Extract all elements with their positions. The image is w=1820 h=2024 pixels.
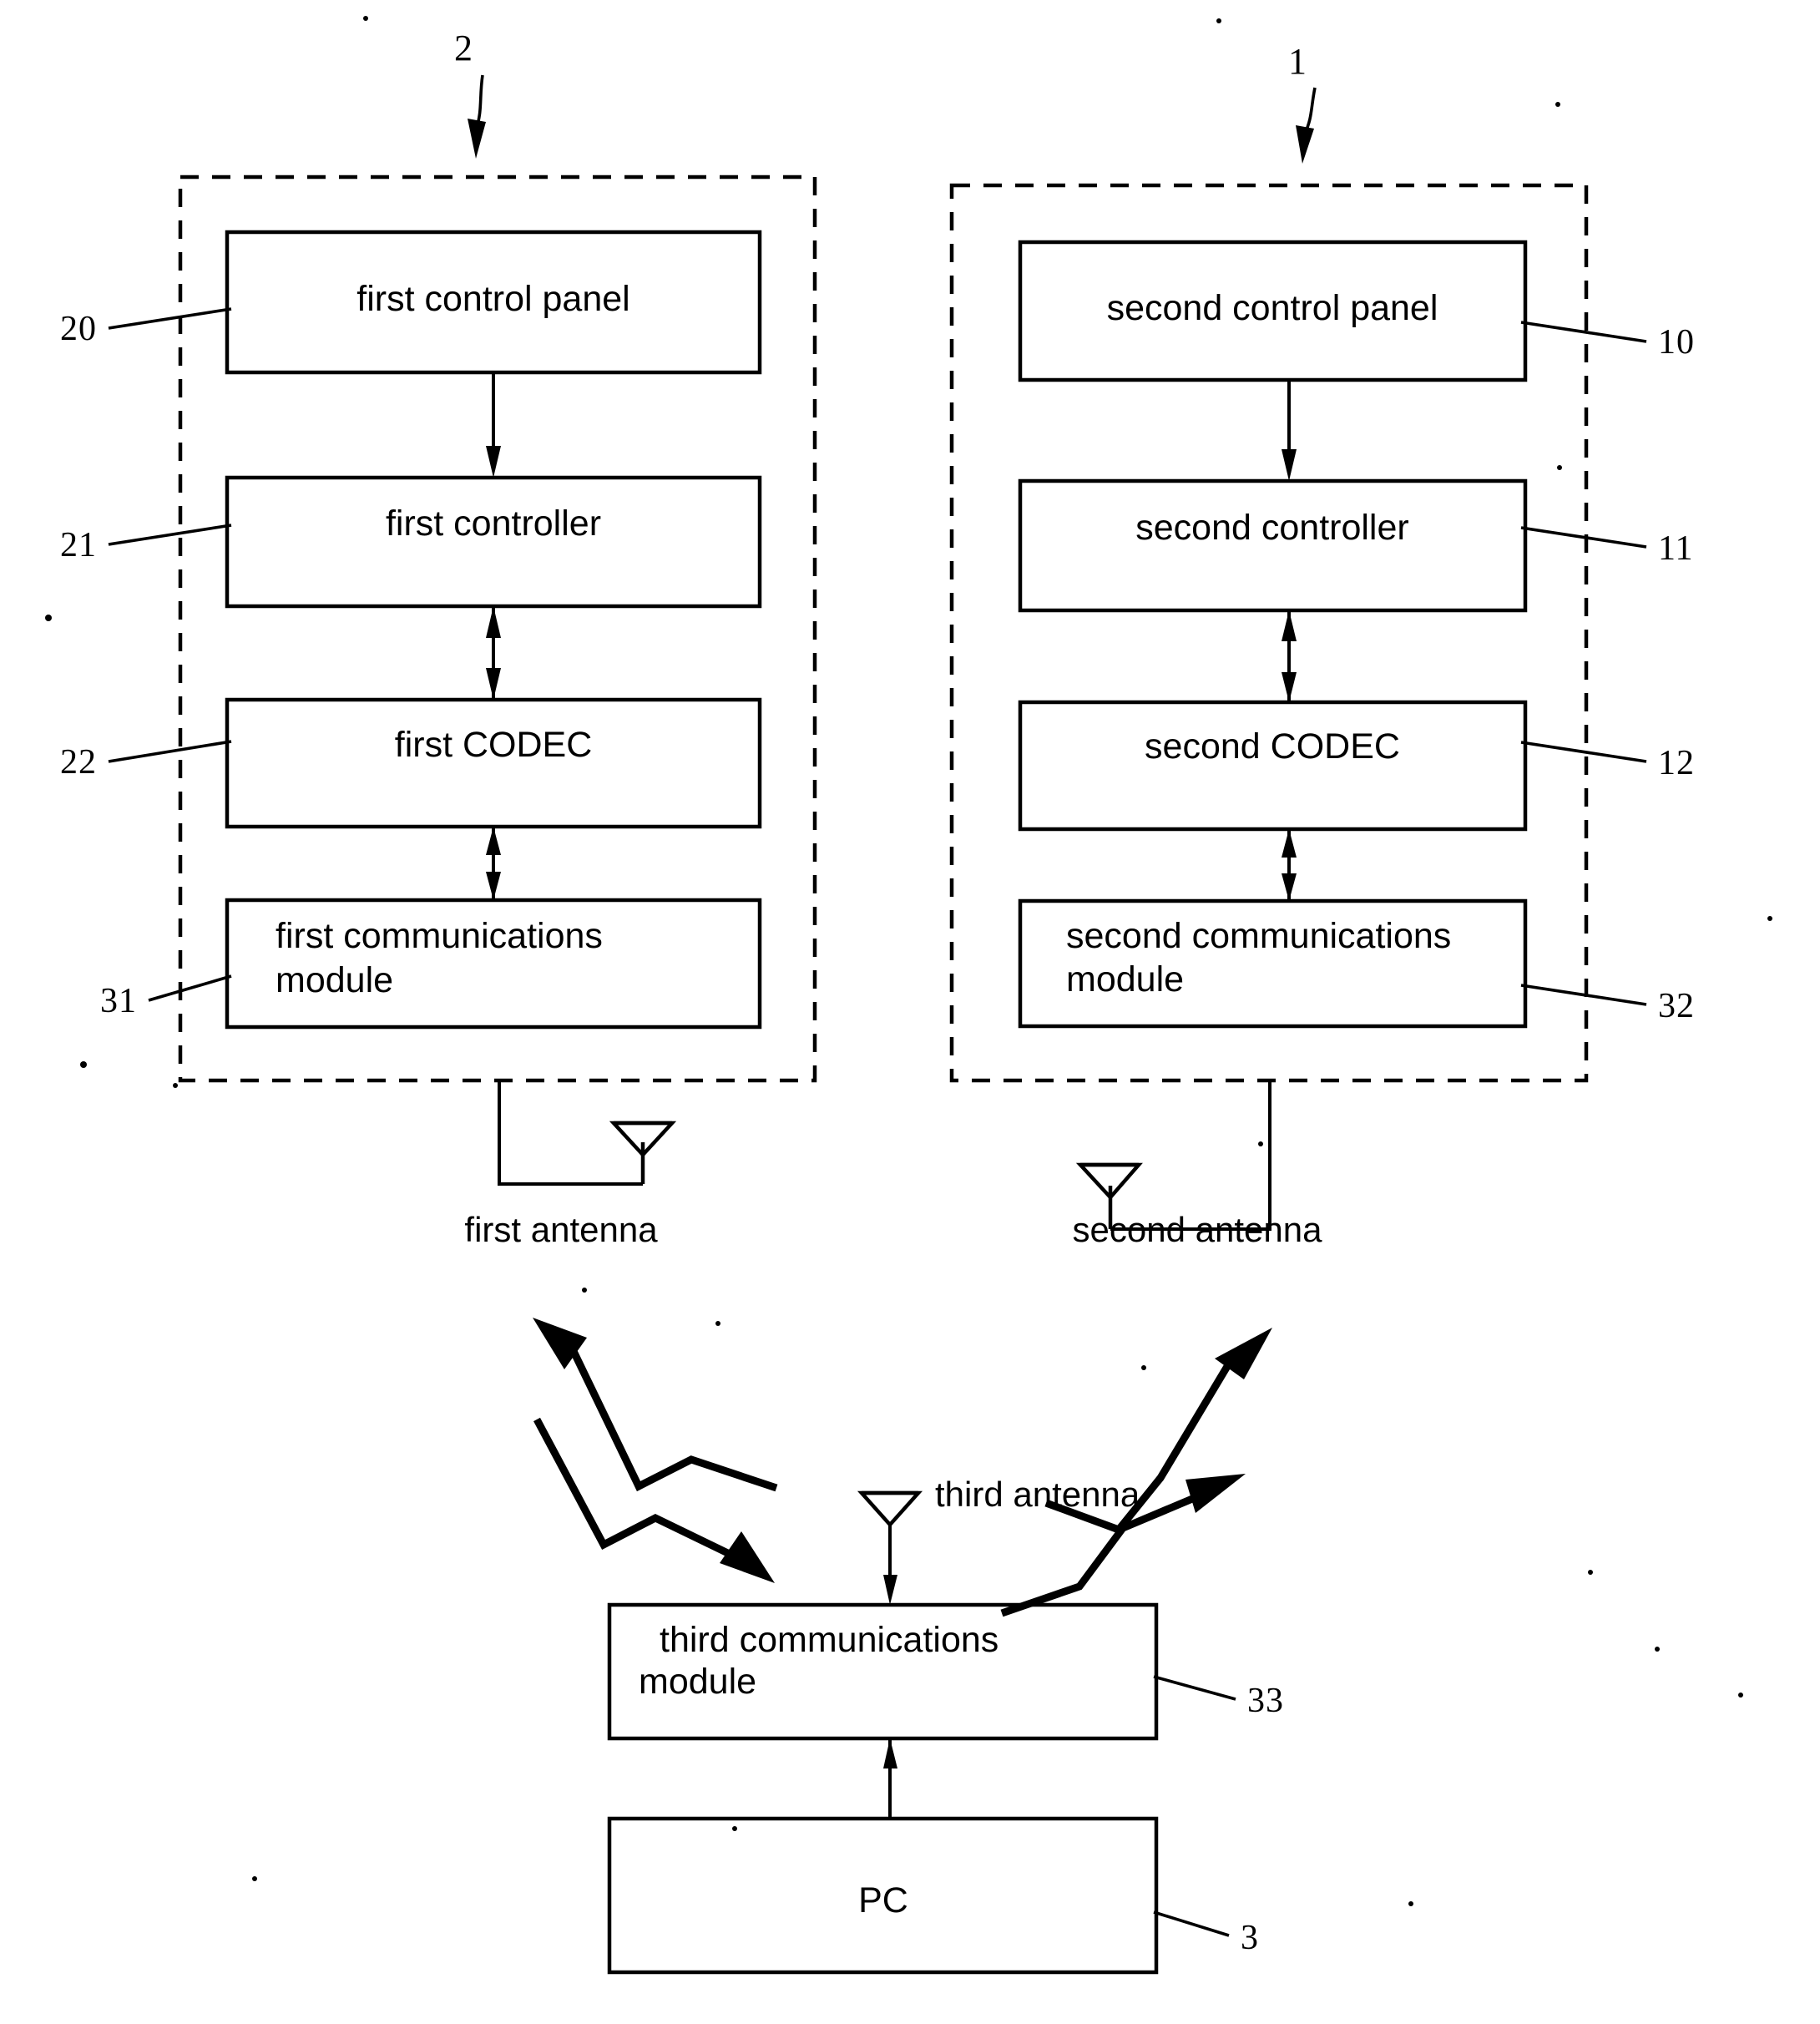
pc-block-leader (1153, 1910, 1230, 1937)
second-control-panel-label: second control panel (1107, 288, 1438, 328)
connector-panel-to-controller-left (486, 372, 501, 478)
radio-link-first-to-third (533, 1417, 775, 1583)
second-controller-refnum: 11 (1658, 529, 1693, 568)
second-communications-module-leader (1520, 984, 1647, 1006)
first-controller-leader (108, 524, 232, 546)
first-codec-refnum: 22 (60, 743, 97, 782)
connector-codec-to-comm-left (486, 827, 501, 900)
first-communications-module-refnum: 31 (100, 982, 137, 1020)
third-antenna-group: third antenna (857, 1475, 1140, 1605)
radio-links (533, 1318, 1272, 1617)
patent-figure-page: 2 first control panel 20 first controlle… (0, 0, 1820, 2024)
second-communications-module-refnum: 32 (1658, 987, 1695, 1025)
first-communications-module-label-line1: first communications (276, 916, 603, 956)
second-antenna-feedline (1110, 1080, 1271, 1231)
second-antenna-group: second antenna (1073, 1080, 1323, 1249)
first-controller-refnum: 21 (60, 526, 97, 564)
second-codec-leader (1520, 741, 1647, 763)
first-control-panel-refnum: 20 (60, 310, 97, 348)
second-communications-module-label-line1: second communications (1066, 916, 1451, 956)
second-controller-leader (1520, 526, 1647, 549)
connector-controller-to-codec-left (486, 606, 501, 700)
second-codec-refnum: 12 (1658, 744, 1695, 782)
connector-controller-to-codec-right (1282, 610, 1297, 702)
left-assembly: 2 first control panel 20 first controlle… (60, 28, 817, 1083)
pc-block-refnum: 3 (1241, 1919, 1259, 1957)
first-antenna-group: first antenna (464, 1080, 677, 1249)
first-control-panel-label: first control panel (356, 279, 629, 319)
third-antenna-label: third antenna (935, 1475, 1140, 1514)
block-diagram-figure: 2 first control panel 20 first controlle… (45, 16, 1772, 1975)
second-control-panel-refnum: 10 (1658, 323, 1695, 362)
first-control-panel-leader (108, 307, 232, 330)
third-communications-module-leader (1153, 1675, 1236, 1701)
connector-panel-to-controller-right (1282, 380, 1297, 481)
second-control-panel-leader (1520, 321, 1647, 343)
second-antenna-label: second antenna (1073, 1210, 1323, 1249)
third-communications-module-label-line1: third communications (660, 1620, 998, 1660)
pc-block-group: PC 3 (607, 1816, 1259, 1975)
third-communications-module-refnum: 33 (1247, 1682, 1284, 1720)
third-communications-module-group: third communications module 33 (607, 1602, 1284, 1741)
third-antenna-icon (857, 1490, 923, 1576)
second-communications-module-label-line2: module (1066, 959, 1184, 999)
right-assembly: 1 second control panel 10 second control… (949, 41, 1695, 1083)
radio-link-third-to-first (533, 1318, 778, 1492)
first-antenna-icon (609, 1121, 677, 1184)
first-codec-leader (108, 740, 232, 763)
third-communications-module-label-line2: module (639, 1662, 756, 1702)
left-assembly-refnum: 2 (454, 28, 473, 68)
right-assembly-refnum: 1 (1288, 41, 1307, 82)
first-codec-label: first CODEC (395, 725, 593, 765)
right-assembly-pointer (1296, 87, 1317, 164)
first-antenna-label: first antenna (464, 1210, 658, 1249)
pc-block-label: PC (858, 1880, 908, 1920)
connector-pc-to-third-comm (883, 1738, 897, 1819)
first-controller-label: first controller (386, 503, 601, 544)
second-controller-label: second controller (1135, 508, 1408, 548)
connector-codec-to-comm-right (1282, 829, 1297, 901)
left-assembly-pointer (468, 74, 486, 159)
second-codec-label: second CODEC (1145, 726, 1400, 767)
first-communications-module-label-line2: module (276, 960, 393, 1000)
first-communications-module-leader (148, 974, 232, 1002)
third-antenna-downlead (883, 1575, 897, 1605)
